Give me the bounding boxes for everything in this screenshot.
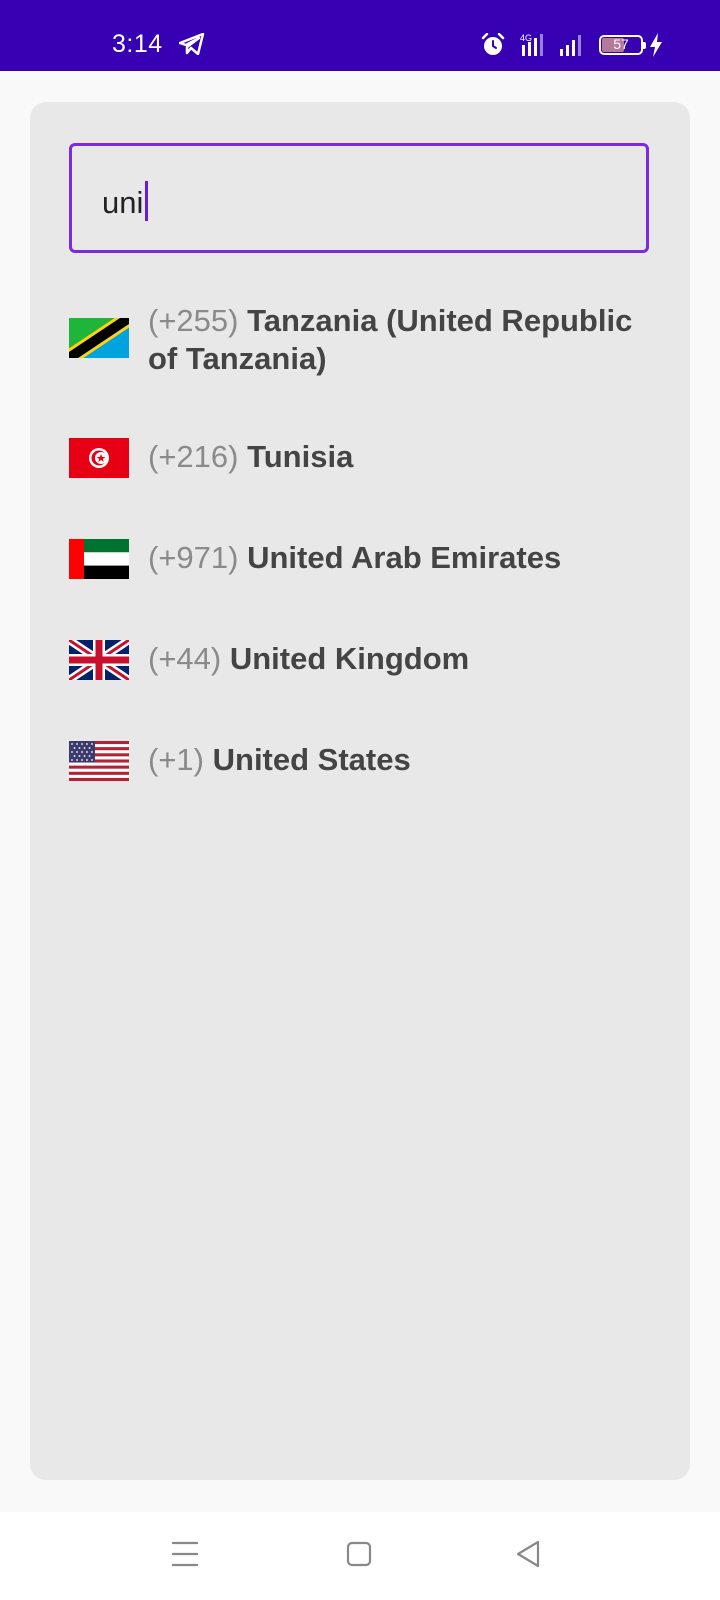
- status-bar: 3:14 4G 57: [0, 0, 720, 71]
- country-item-united-arab-emirates[interactable]: (+971) United Arab Emirates: [69, 539, 649, 579]
- country-label: (+216) Tunisia: [148, 438, 648, 476]
- status-time: 3:14: [112, 30, 163, 58]
- country-item-united-states[interactable]: (+1) United States: [69, 741, 649, 781]
- dial-code: (+44): [148, 641, 222, 676]
- battery-percent: 57: [613, 36, 629, 52]
- home-icon[interactable]: [346, 1540, 372, 1568]
- country-name: United Arab Emirates: [247, 540, 562, 575]
- alarm-icon: [481, 33, 505, 55]
- dial-code: (+255): [148, 303, 239, 338]
- signal-4g-icon: 4G: [520, 33, 543, 56]
- search-field[interactable]: uni: [69, 143, 649, 253]
- country-name: United States: [212, 742, 411, 777]
- search-value: uni: [102, 185, 144, 220]
- telegram-icon: [179, 33, 205, 55]
- text-cursor: [145, 181, 149, 221]
- uae-flag-icon: [69, 539, 129, 579]
- country-label: (+971) United Arab Emirates: [148, 539, 648, 577]
- uk-flag-icon: [69, 640, 129, 680]
- tanzania-flag-icon: [69, 318, 129, 358]
- country-label: (+44) United Kingdom: [148, 640, 648, 678]
- charging-bolt-icon: [650, 33, 662, 57]
- search-input[interactable]: uni: [102, 181, 149, 221]
- battery-icon: 57: [599, 35, 646, 55]
- tunisia-flag-icon: [69, 438, 129, 478]
- signal-icon: [560, 35, 581, 56]
- country-label: (+255) Tanzania (United Republic of Tanz…: [148, 302, 648, 378]
- country-item-united-kingdom[interactable]: (+44) United Kingdom: [69, 640, 649, 680]
- menu-icon[interactable]: [172, 1540, 198, 1568]
- back-icon[interactable]: [515, 1540, 541, 1568]
- dial-code: (+1): [148, 742, 204, 777]
- country-name: Tunisia: [247, 439, 354, 474]
- us-flag-icon: [69, 741, 129, 781]
- dial-code: (+216): [148, 439, 239, 474]
- network-type-label: 4G: [520, 33, 532, 43]
- country-label: (+1) United States: [148, 741, 648, 779]
- navigation-bar: [0, 1512, 720, 1600]
- country-item-tunisia[interactable]: (+216) Tunisia: [69, 438, 649, 478]
- country-name: United Kingdom: [229, 641, 470, 676]
- dial-code: (+971): [148, 540, 239, 575]
- country-picker-dialog: uni (+255) Tanzania (United Republic of …: [30, 102, 690, 1480]
- country-item-tanzania[interactable]: (+255) Tanzania (United Republic of Tanz…: [69, 302, 649, 382]
